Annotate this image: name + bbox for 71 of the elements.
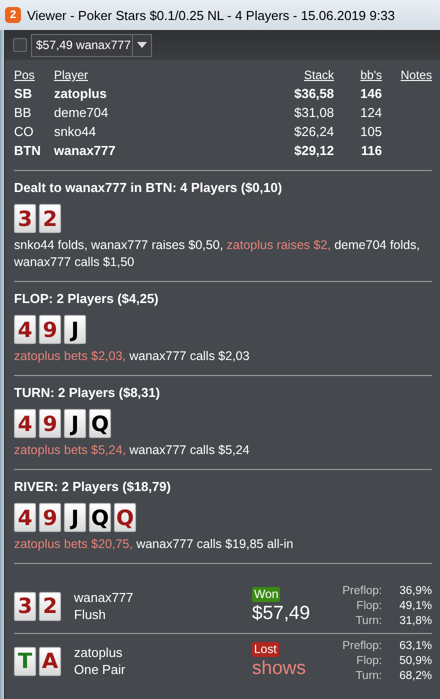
street-title: TURN: 2 Players ($8,31) [14,384,161,402]
equity-label: Flop: [355,654,382,668]
street-title: Dealt to wanax777 in BTN: 4 Players ($0,10) [14,179,284,197]
equity-value: 68,2% [398,668,432,684]
column-header[interactable]: Stack [244,66,334,84]
playing-card: J [64,409,86,438]
equity-value: 36,9% [398,584,432,598]
playing-card: Q [89,409,111,438]
table-cell-text: deme704 [54,104,110,122]
equity-value: 31,8% [398,614,432,628]
equity-label: Flop: [355,598,382,614]
playing-card: 9 [39,409,61,438]
result-amount: shows [252,656,306,680]
equity-label: Preflop: [341,584,382,598]
playing-card: 9 [39,315,61,344]
column-header[interactable]: bb's [334,66,382,84]
table-cell-text: 146 [359,85,382,103]
column-header[interactable]: Notes [382,66,432,84]
status-badge: Lost [252,642,279,656]
playing-card: 2 [39,204,61,233]
table-cell-text: 124 [359,104,382,122]
table-cell-text: $26,24 [293,123,334,141]
equity-value: 49,1% [398,598,432,614]
hand-name: Flush [74,606,107,623]
table-cell-text: BB [14,104,32,122]
playing-card: J [64,315,86,344]
table-cell-text: $29,12 [293,142,334,160]
playing-card: 3 [14,204,36,233]
action-text: snko44 folds, wanax777 raises $0,50, zatoplus raises $2, deme704 folds, wanax777 calls $1,50 [14,237,421,271]
action-text: zatoplus bets $20,75, wanax777 calls $19,85 all-in [14,536,294,553]
status-badge: Won [252,586,280,602]
equity-label: Turn: [354,668,382,684]
equity-value: 63,1% [398,638,432,654]
equity-value: 50,9% [398,654,432,668]
result-amount: $57,49 [252,602,310,626]
action-text: zatoplus bets $2,03, wanax777 calls $2,03 [14,348,251,365]
table-cell-text: zatoplus [54,85,108,103]
playing-card: J [64,503,86,532]
table-cell-text: $36,58 [293,85,334,103]
playing-card: T [14,646,36,676]
street-title: FLOP: 2 Players ($4,25) [14,290,160,308]
app-badge-icon: 2 [5,7,21,23]
action-text: zatoplus bets $5,24, wanax777 calls $5,24 [14,442,251,459]
table-cell-text: wanax777 [54,142,116,160]
playing-card: 4 [14,315,36,344]
hand-dropdown[interactable]: $57,49 wanax777 [31,34,152,56]
playing-card: 3 [14,592,36,620]
table-cell-text: snko44 [54,123,97,141]
playing-card: 4 [14,409,36,438]
street-title: RIVER: 2 Players ($18,79) [14,478,172,496]
column-header[interactable]: Pos [14,66,54,84]
equity-label: Turn: [354,614,382,628]
playing-card: A [39,646,61,676]
table-cell-text: 116 [360,142,382,160]
hand-name: One Pair [74,661,126,678]
player-name: wanax777 [74,589,134,606]
table-cell-text: $31,08 [293,104,334,122]
table-cell-text: CO [14,123,34,141]
playing-card: Q [114,503,136,532]
playing-card: 4 [14,503,36,532]
playing-card: 9 [39,503,61,532]
window-title: Viewer - Poker Stars $0.1/0.25 NL - 4 Players - 15.06.2019 9:33 [27,8,395,22]
column-header[interactable]: Player [54,66,244,84]
table-cell-text: SB [14,85,34,103]
table-cell-text: 105 [359,123,382,141]
checkbox[interactable] [13,38,27,52]
playing-card: 2 [39,592,61,620]
equity-label: Preflop: [341,638,382,654]
playing-card: Q [89,503,111,532]
table-cell-text: BTN [14,142,42,160]
player-name: zatoplus [74,644,124,661]
